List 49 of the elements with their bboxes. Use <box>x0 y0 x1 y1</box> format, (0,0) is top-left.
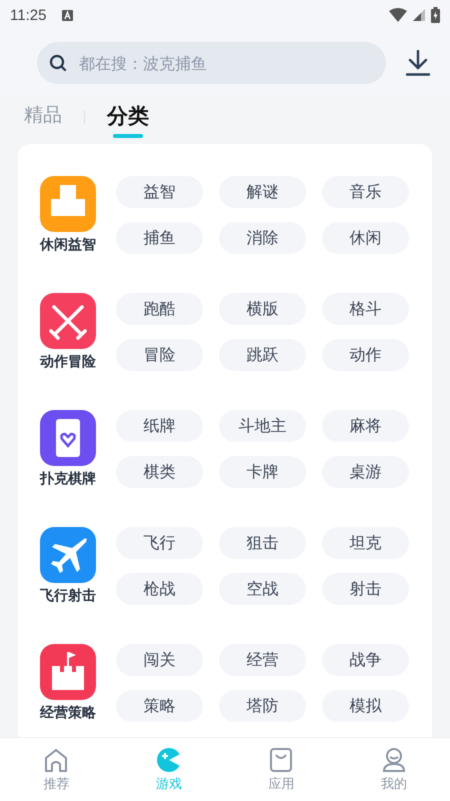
search-bar[interactable]: 都在搜：波克捕鱼 <box>37 42 386 84</box>
tag-chip[interactable]: 卡牌 <box>219 456 306 488</box>
tag-chip[interactable]: 经营 <box>219 644 306 676</box>
signal-icon <box>413 9 425 21</box>
shopping-bag-icon <box>268 746 294 772</box>
tag-chip[interactable]: 跳跃 <box>219 339 306 371</box>
category-title: 扑克棋牌 <box>40 470 96 488</box>
tag-chip[interactable]: 捕鱼 <box>116 222 203 254</box>
tag-chip[interactable]: 格斗 <box>322 293 409 325</box>
tag-chip[interactable]: 桌游 <box>322 456 409 488</box>
notification-icon <box>62 10 74 20</box>
tag-chip[interactable]: 塔防 <box>219 690 306 722</box>
status-time: 11:25 <box>10 6 46 24</box>
wifi-icon <box>389 8 407 22</box>
tag-chip[interactable]: 棋类 <box>116 456 203 488</box>
tag-chip[interactable]: 冒险 <box>116 339 203 371</box>
tag-chip[interactable]: 狙击 <box>219 527 306 559</box>
tag-chip[interactable]: 麻将 <box>322 410 409 442</box>
category-title: 飞行射击 <box>40 587 96 605</box>
tag-chip[interactable]: 斗地主 <box>219 410 306 442</box>
download-icon[interactable] <box>406 50 430 76</box>
tag-chip[interactable]: 闯关 <box>116 644 203 676</box>
tag-chip[interactable]: 动作 <box>322 339 409 371</box>
tag-chip[interactable]: 空战 <box>219 573 306 605</box>
tag-chip[interactable]: 休闲 <box>322 222 409 254</box>
tag-chip[interactable]: 音乐 <box>322 176 409 208</box>
tag-chip[interactable]: 消除 <box>219 222 306 254</box>
tag-chip[interactable]: 策略 <box>116 690 203 722</box>
tag-chip[interactable]: 横版 <box>219 293 306 325</box>
category-title: 动作冒险 <box>40 353 96 371</box>
tag-chip[interactable]: 飞行 <box>116 527 203 559</box>
tab[interactable]: 分类 <box>107 102 149 138</box>
tag-chip[interactable]: 解谜 <box>219 176 306 208</box>
tag-chip[interactable]: 战争 <box>322 644 409 676</box>
tag-chip[interactable]: 射击 <box>322 573 409 605</box>
tag-chip[interactable]: 枪战 <box>116 573 203 605</box>
tag-chip[interactable]: 益智 <box>116 176 203 208</box>
search-icon <box>49 54 67 72</box>
game-icon <box>156 746 182 772</box>
home-icon <box>43 746 70 772</box>
profile-icon <box>380 746 407 772</box>
search-input[interactable]: 都在搜：波克捕鱼 <box>77 52 374 74</box>
tag-chip[interactable]: 跑酷 <box>116 293 203 325</box>
battery-icon <box>431 7 440 23</box>
category-title: 经营策略 <box>40 704 96 722</box>
tag-chip[interactable]: 纸牌 <box>116 410 203 442</box>
tag-chip[interactable]: 模拟 <box>322 690 409 722</box>
category-title: 休闲益智 <box>40 236 96 254</box>
tag-chip[interactable]: 坦克 <box>322 527 409 559</box>
